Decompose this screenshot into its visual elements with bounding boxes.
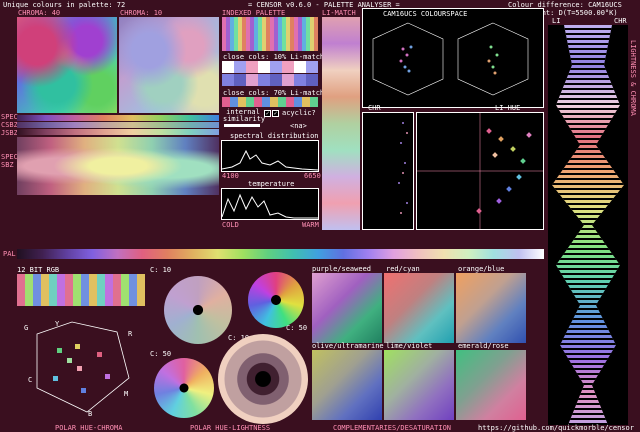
- temperature-warm: WARM: [302, 221, 319, 229]
- hue-label-g: G: [24, 324, 29, 332]
- colourspace-cubes: [372, 22, 529, 96]
- polar-wheel-c10-b: [218, 334, 308, 424]
- chroma-10-panel: [119, 17, 219, 113]
- close-cols-10-swatches: [222, 61, 318, 73]
- polar-hue-chroma-plot: [17, 308, 145, 420]
- polar-hue-chroma-label: POLAR HUE-CHROMA: [55, 424, 123, 432]
- temperature-curve: [221, 193, 318, 219]
- pair-label-5: emerald/rose: [458, 342, 509, 350]
- lightness-chroma-bars: [548, 25, 628, 425]
- hue-label-b: B: [88, 410, 93, 418]
- li-match-strip: [322, 17, 360, 230]
- chr-dots: [398, 122, 408, 214]
- complement-panel-3: [312, 350, 382, 420]
- hue-label-r: R: [128, 330, 133, 338]
- spec-strip-3: [17, 129, 219, 135]
- chroma-40-label: CHROMA: 40: [18, 9, 61, 17]
- close-cols-70-swatches: [222, 97, 318, 107]
- hue-label-m: M: [124, 390, 129, 398]
- spec2-label: SPEC: [1, 153, 18, 161]
- chroma-10-label: CHROMA: 10: [120, 9, 163, 17]
- polar-wheel-c10: [164, 276, 232, 344]
- temperature-cold: COLD: [222, 221, 239, 229]
- complement-panel-4: [384, 350, 454, 420]
- complement-panel-0: [312, 273, 382, 343]
- internal-similarity-label: internal similarity: [223, 108, 266, 123]
- similarity-bar: [224, 124, 260, 127]
- 12-bit-rgb-label: 12 BIT RGB: [17, 266, 60, 274]
- li-column-label: LI: [552, 17, 561, 25]
- chr-label: CHR: [368, 104, 381, 112]
- complement-panel-5: [456, 350, 526, 420]
- github-link[interactable]: https://github.com/quickmorble/censor: [478, 424, 634, 432]
- lightness-chroma-side-label: LIGHTNESS & CHROMA: [629, 40, 637, 116]
- pair-label-4: lime/violet: [386, 342, 433, 350]
- polar-c50-label-b: C: 50: [150, 350, 172, 358]
- pair-label-1: red/cyan: [386, 265, 420, 273]
- acyclic-check[interactable]: ✓: [272, 110, 279, 117]
- unique-colours-text: Unique colours in palette: 72: [3, 1, 126, 9]
- hue-label-c: C: [28, 376, 33, 384]
- complement-panel-1: [384, 273, 454, 343]
- chr-column-label: CHR: [614, 17, 627, 25]
- pair-label-3: olive/ultramarine: [312, 342, 384, 350]
- chroma-40-panel: [17, 17, 117, 113]
- hue-chroma-polygon: [36, 321, 130, 413]
- close-cols-10-swatches-2: [222, 74, 318, 86]
- sbz-label: SBZ: [1, 161, 14, 169]
- colourspace-panel: CAM16UCS COLOURSPACE: [362, 8, 544, 108]
- li-hue-label: LI-HUE: [495, 104, 521, 112]
- li-match-label: LI-MATCH: [322, 9, 356, 17]
- li-hue-plot: [416, 112, 544, 230]
- jsbz-label: JSBZ: [1, 129, 18, 137]
- internal-similarity-check[interactable]: ✓: [264, 110, 271, 117]
- polar-wheel-c50-a: [248, 272, 304, 328]
- indexed-palette-grid: [222, 17, 318, 51]
- temperature-label: temperature: [248, 180, 295, 188]
- lightness-panel: [17, 137, 219, 195]
- spectral-graph: [221, 140, 319, 172]
- close-cols-10-label: close cols: 10% Li-match: [223, 53, 325, 61]
- polar-c50-label-a: C: 50: [286, 324, 308, 332]
- spectral-max: 6650: [304, 172, 321, 180]
- pair-label-2: orange/blue: [458, 265, 505, 273]
- complement-panel-2: [456, 273, 526, 343]
- hue-label-y: Y: [55, 320, 60, 328]
- polar-c10-label: C: 10: [150, 266, 172, 274]
- temperature-graph: [221, 188, 319, 220]
- polar-hue-lightness-label: POLAR HUE-LIGHTNESS: [190, 424, 271, 432]
- spectral-curve: [221, 149, 319, 171]
- spectral-min: 4100: [222, 172, 239, 180]
- pal-label: PAL: [3, 250, 16, 258]
- complementaries-footer: COMPLEMENTARIES/DESATURATION: [333, 424, 452, 432]
- spectral-distribution-label: spectral distribution: [230, 132, 319, 140]
- li-hue-dots: [417, 113, 543, 229]
- na-label: <na>: [290, 122, 307, 130]
- csbz-label: CSBZ: [1, 121, 18, 129]
- 12-bit-rgb-grid: [17, 274, 145, 306]
- acyclic-label: acyclic?: [282, 109, 316, 117]
- spec-strip-1: [17, 115, 219, 121]
- close-cols-70-label: close cols: 70% Li-match: [223, 89, 325, 97]
- spec-label: SPEC: [1, 113, 18, 121]
- palette-strip: [17, 249, 544, 259]
- chr-plot: [362, 112, 414, 230]
- indexed-palette-label: INDEXED PALETTE: [222, 9, 286, 17]
- polar-wheel-c50-b: [154, 358, 214, 418]
- colourspace-label: CAM16UCS COLOURSPACE: [383, 10, 468, 18]
- spec-strip-2: [17, 122, 219, 128]
- pair-label-0: purple/seaweed: [312, 265, 372, 273]
